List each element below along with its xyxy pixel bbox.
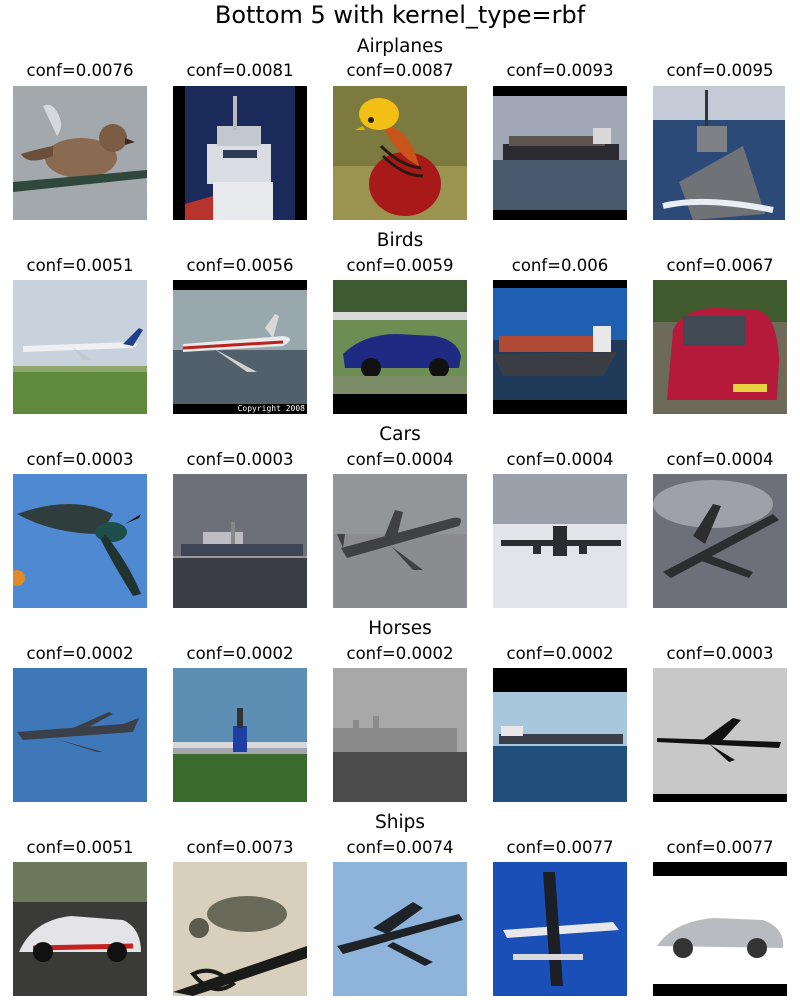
airliner-front-icon: [493, 474, 627, 608]
ship-grey-sea-icon: [173, 474, 307, 608]
confidence-label: conf=0.0003: [666, 644, 774, 663]
figure: Bottom 5 with kernel_type=rbf Airplanes c…: [0, 0, 800, 1000]
confidence-label: conf=0.0056: [186, 256, 294, 275]
confidence-label: conf=0.0095: [666, 61, 774, 80]
golden-pheasant-icon: [333, 86, 467, 220]
airliner-cloudy-icon: [653, 474, 787, 608]
sparrow-on-bar-icon: [13, 86, 147, 220]
confidence-label: conf=0.0003: [186, 450, 294, 469]
ship-in-haze-icon: [333, 668, 467, 802]
jet-on-runway-icon: [173, 668, 307, 802]
confidence-label: conf=0.0077: [506, 838, 614, 857]
confidence-label: conf=0.0002: [186, 644, 294, 663]
confidence-label: conf=0.0059: [346, 256, 454, 275]
cargo-ship-icon: [493, 86, 627, 220]
confidence-label: conf=0.0002: [506, 644, 614, 663]
row-title: Ships: [375, 812, 425, 833]
confidence-label: conf=0.0073: [186, 838, 294, 857]
confidence-label: conf=0.0093: [506, 61, 614, 80]
propeller-airliner-icon: Copyright 2008: [173, 280, 307, 414]
jumbo-jet-grey-icon: [333, 474, 467, 608]
confidence-label: conf=0.0002: [26, 644, 134, 663]
figure-title: Bottom 5 with kernel_type=rbf: [214, 1, 586, 29]
row-title: Horses: [368, 618, 432, 639]
confidence-label: conf=0.0004: [346, 450, 454, 469]
ship-superstructure-icon: [173, 86, 307, 220]
confidence-label: conf=0.0004: [506, 450, 614, 469]
silver-convertible-icon: [653, 862, 787, 996]
container-ship-icon: [493, 280, 627, 414]
tanker-on-sea-icon: [493, 668, 627, 802]
row-title: Cars: [379, 424, 421, 445]
warship-icon: [653, 86, 787, 220]
confidence-label: conf=0.0087: [346, 61, 454, 80]
red-hatchback-icon: [653, 280, 787, 414]
hummingbird-icon: [13, 474, 147, 608]
confidence-label: conf=0.006: [511, 256, 609, 275]
seaplane-icon: [493, 862, 627, 996]
confidence-label: conf=0.0067: [666, 256, 774, 275]
race-car-icon: [13, 862, 147, 996]
image-caption: Copyright 2008: [237, 404, 305, 413]
confidence-label: conf=0.0051: [26, 256, 134, 275]
b1-bomber-icon: [653, 668, 787, 802]
confidence-label: conf=0.0074: [346, 838, 454, 857]
confidence-label: conf=0.0003: [26, 450, 134, 469]
confidence-label: conf=0.0081: [186, 61, 294, 80]
row-title: Birds: [376, 230, 424, 251]
row-title: Airplanes: [356, 36, 444, 57]
dove-on-railing-icon: [173, 862, 307, 996]
confidence-label: conf=0.0051: [26, 838, 134, 857]
confidence-label: conf=0.0004: [666, 450, 774, 469]
confidence-label: conf=0.0077: [666, 838, 774, 857]
blue-sedan-icon: [333, 280, 467, 414]
lancaster-bomber-icon: [333, 862, 467, 996]
bomber-blue-sky-icon: [13, 668, 147, 802]
airliner-takeoff-icon: [13, 280, 147, 414]
confidence-label: conf=0.0076: [26, 61, 134, 80]
confidence-label: conf=0.0002: [346, 644, 454, 663]
